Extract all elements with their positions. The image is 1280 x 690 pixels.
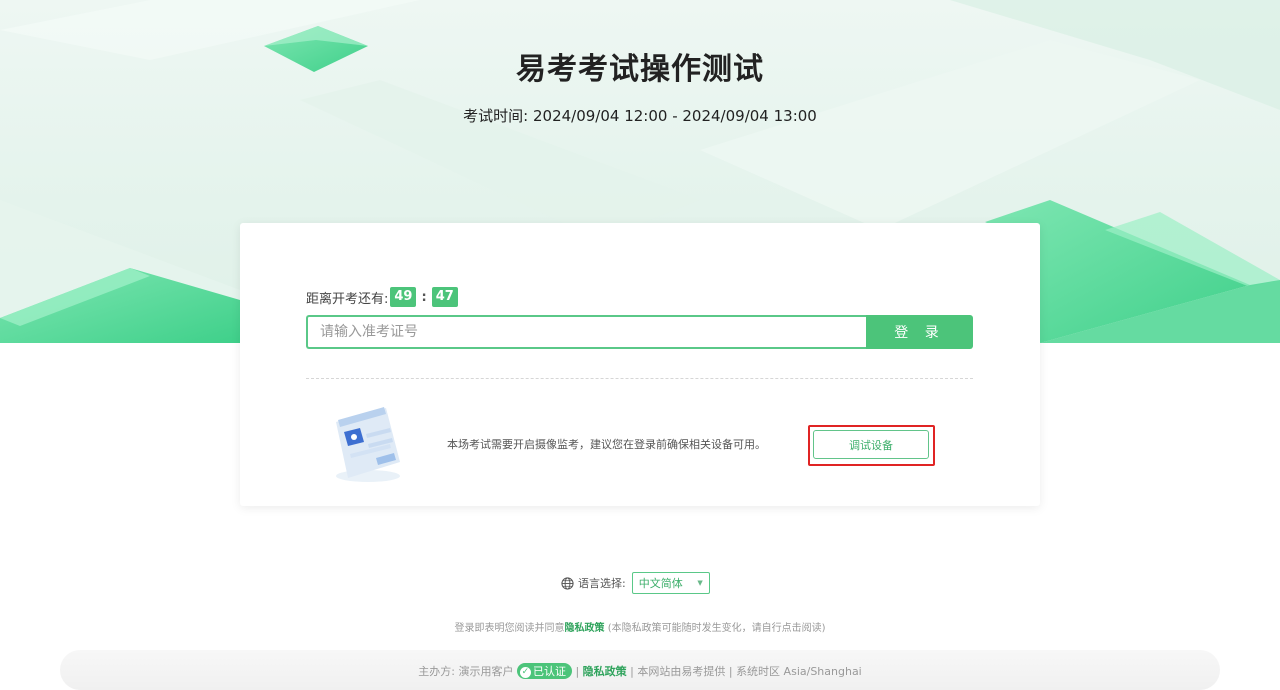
ticket-number-input[interactable] [306,315,866,349]
countdown-minutes: 49 [390,287,417,307]
globe-icon [561,576,574,590]
host-label: 主办方: [418,665,455,678]
host-name: 演示用客户 [458,665,514,678]
provider-text: 本网站由易考提供 [637,665,726,678]
debug-device-button[interactable]: 调试设备 [813,430,929,459]
language-dropdown[interactable]: 中文简体 ▼ [631,572,710,594]
check-icon: ✓ [519,666,531,678]
footer: 主办方: 演示用客户 ✓ 已认证 | 隐私政策 | 本网站由易考提供 | 系统时区… [418,663,862,679]
exam-title: 易考考试操作测试 [516,52,764,87]
caret-down-icon: ▼ [697,579,703,587]
verified-label: 已认证 [532,665,566,678]
login-form: 登 录 [306,315,973,349]
divider [306,378,973,379]
language-label: 语言选择: [578,577,626,590]
camera-tip-text: 本场考试需要开启摄像监考，建议您在登录前确保相关设备可用。 [447,438,766,451]
footer-privacy-link[interactable]: 隐私政策 [583,665,627,678]
privacy-notice: 登录即表明您阅读并同意隐私政策 (本隐私政策可能随时发生变化，请自行点击阅读) [0,619,1280,634]
privacy-link[interactable]: 隐私政策 [565,623,605,634]
exam-time-label: 考试时间: [463,107,529,125]
countdown-seconds: 47 [431,287,458,307]
language-selector: 语言选择: 中文简体 ▼ [561,572,710,594]
countdown-label: 距离开考还有: [306,291,389,307]
timezone-text: 系统时区 Asia/Shanghai [736,665,862,678]
countdown-separator: : [421,289,427,305]
exam-time: 考试时间: 2024/09/04 12:00 - 2024/09/04 13:0… [0,105,1280,126]
verified-badge[interactable]: ✓ 已认证 [516,663,572,679]
countdown: 距离开考还有: 49 : 47 [306,287,460,307]
login-button[interactable]: 登 录 [866,315,973,349]
privacy-prefix: 登录即表明您阅读并同意 [454,623,565,634]
camera-check-illustration [336,407,400,482]
privacy-suffix: (本隐私政策可能随时发生变化，请自行点击阅读) [607,623,826,634]
exam-time-range: 2024/09/04 12:00 - 2024/09/04 13:00 [532,107,817,125]
login-card: 距离开考还有: 49 : 47 登 录 本场考试需要开启摄像监考，建议您在登录前… [240,223,1040,506]
language-selected: 中文简体 [638,577,683,590]
debug-button-highlight: 调试设备 [808,425,935,466]
